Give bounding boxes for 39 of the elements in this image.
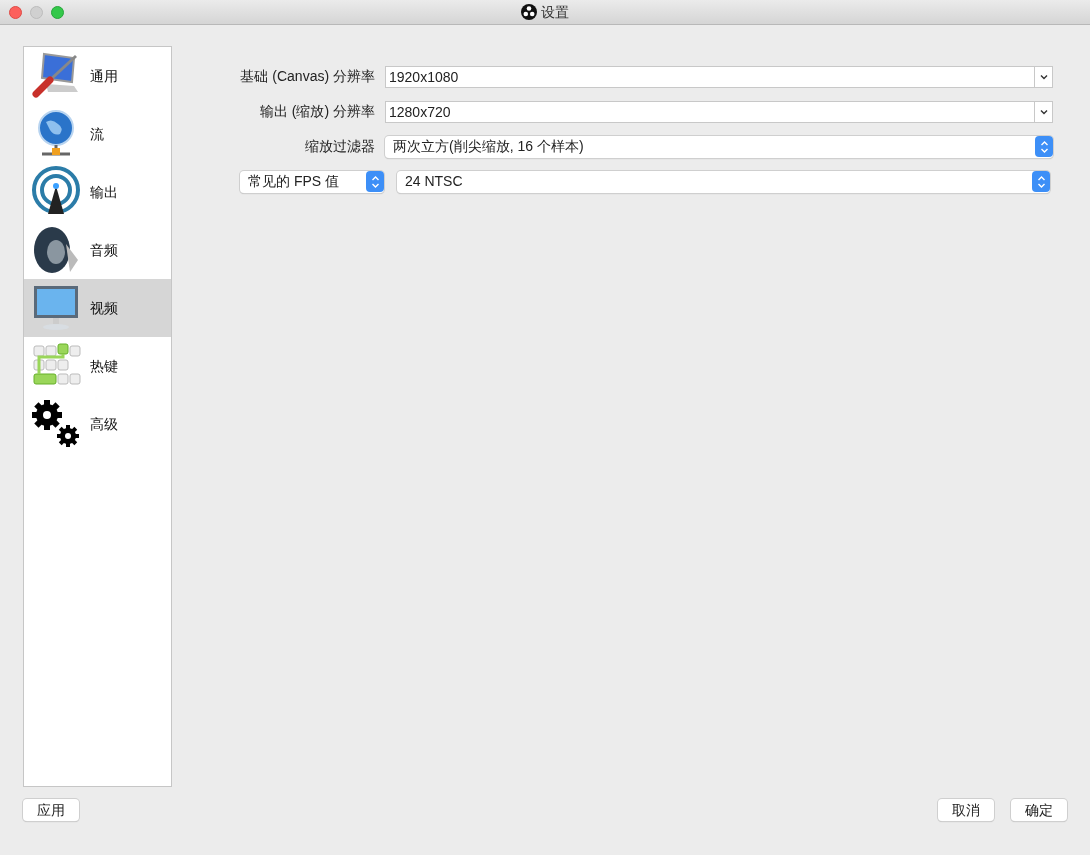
field-label: 缩放过滤器 <box>304 137 376 156</box>
up-down-arrows-icon <box>370 174 380 189</box>
sidebar-label: 音频 <box>90 240 118 260</box>
field-value: 1920x1080 <box>388 67 460 87</box>
combo-box[interactable]: 1280x720 <box>385 100 1053 123</box>
zoom-button[interactable] <box>51 5 64 19</box>
up-down-arrows-icon <box>1036 174 1046 189</box>
window-title: 设置 <box>541 2 569 22</box>
sidebar-label: 视频 <box>90 298 118 318</box>
gears-icon <box>30 398 82 450</box>
field-value: 1280x720 <box>388 102 452 122</box>
sidebar-item[interactable]: 高级 <box>24 395 171 453</box>
sidebar-label: 热键 <box>90 356 118 376</box>
up-down-arrows-icon <box>1039 139 1049 154</box>
sidebar-label: 通用 <box>90 66 118 86</box>
dropdown[interactable]: 两次立方(削尖缩放, 16 个样本) <box>385 135 1053 158</box>
sidebar-item[interactable]: 音频 <box>24 221 171 279</box>
ok-button[interactable]: 确定 <box>1011 799 1067 821</box>
sidebar-item[interactable]: 热键 <box>24 337 171 395</box>
combo-box[interactable]: 1920x1080 <box>385 65 1053 88</box>
apply-button[interactable]: 应用 <box>23 799 79 821</box>
close-button[interactable] <box>9 5 22 19</box>
sidebar-item[interactable]: 视频 <box>24 279 171 337</box>
selected-value: 常见的 FPS 值 <box>248 172 340 191</box>
selected-value: 两次立方(削尖缩放, 16 个样本) <box>393 137 585 156</box>
minimize-button[interactable] <box>30 5 43 19</box>
field-label: 输出 (缩放) 分辨率 <box>258 102 376 121</box>
field-label: 基础 (Canvas) 分辨率 <box>240 67 376 86</box>
sidebar-label: 流 <box>90 124 104 144</box>
sidebar-item[interactable]: 通用 <box>24 47 171 105</box>
fps-type-dropdown[interactable]: 常见的 FPS 值 <box>240 170 384 193</box>
sidebar-label: 输出 <box>90 182 118 202</box>
cancel-button[interactable]: 取消 <box>938 799 994 821</box>
app-logo-icon <box>521 4 537 20</box>
selected-value: 24 NTSC <box>405 172 464 191</box>
sidebar-item[interactable]: 输出 <box>24 163 171 221</box>
sidebar-item[interactable]: 流 <box>24 105 171 163</box>
sidebar-label: 高级 <box>90 414 118 434</box>
fps-value-dropdown[interactable]: 24 NTSC <box>397 170 1050 193</box>
